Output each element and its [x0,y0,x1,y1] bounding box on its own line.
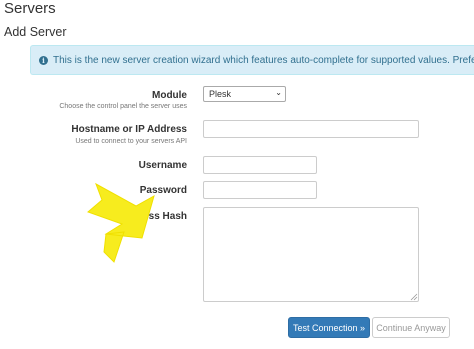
hostname-help-text: Used to connect to your servers API [75,138,187,145]
info-banner-text: This is the new server creation wizard w… [53,54,474,66]
continue-anyway-button[interactable]: Continue Anyway [372,317,450,338]
info-banner: i This is the new server creation wizard… [30,45,474,75]
info-icon: i [39,55,48,65]
resize-grip-icon[interactable] [410,293,418,301]
chevron-down-icon: ⌄ [275,88,282,97]
username-label: Username [138,160,187,171]
username-input[interactable] [203,156,317,174]
module-select[interactable]: Plesk ⌄ [203,86,286,102]
hostname-label: Hostname or IP Address [71,124,187,135]
password-input[interactable] [203,181,317,199]
module-help-text: Choose the control panel the server uses [59,103,187,110]
test-connection-button[interactable]: Test Connection » [288,317,370,338]
module-label: Module [152,90,187,101]
hostname-input[interactable] [203,120,419,138]
page-title: Servers [4,0,56,17]
access-hash-textarea[interactable] [203,207,419,302]
page-subtitle: Add Server [4,25,67,39]
yellow-arrow-icon [87,182,155,263]
module-selected-value: Plesk [209,89,232,99]
